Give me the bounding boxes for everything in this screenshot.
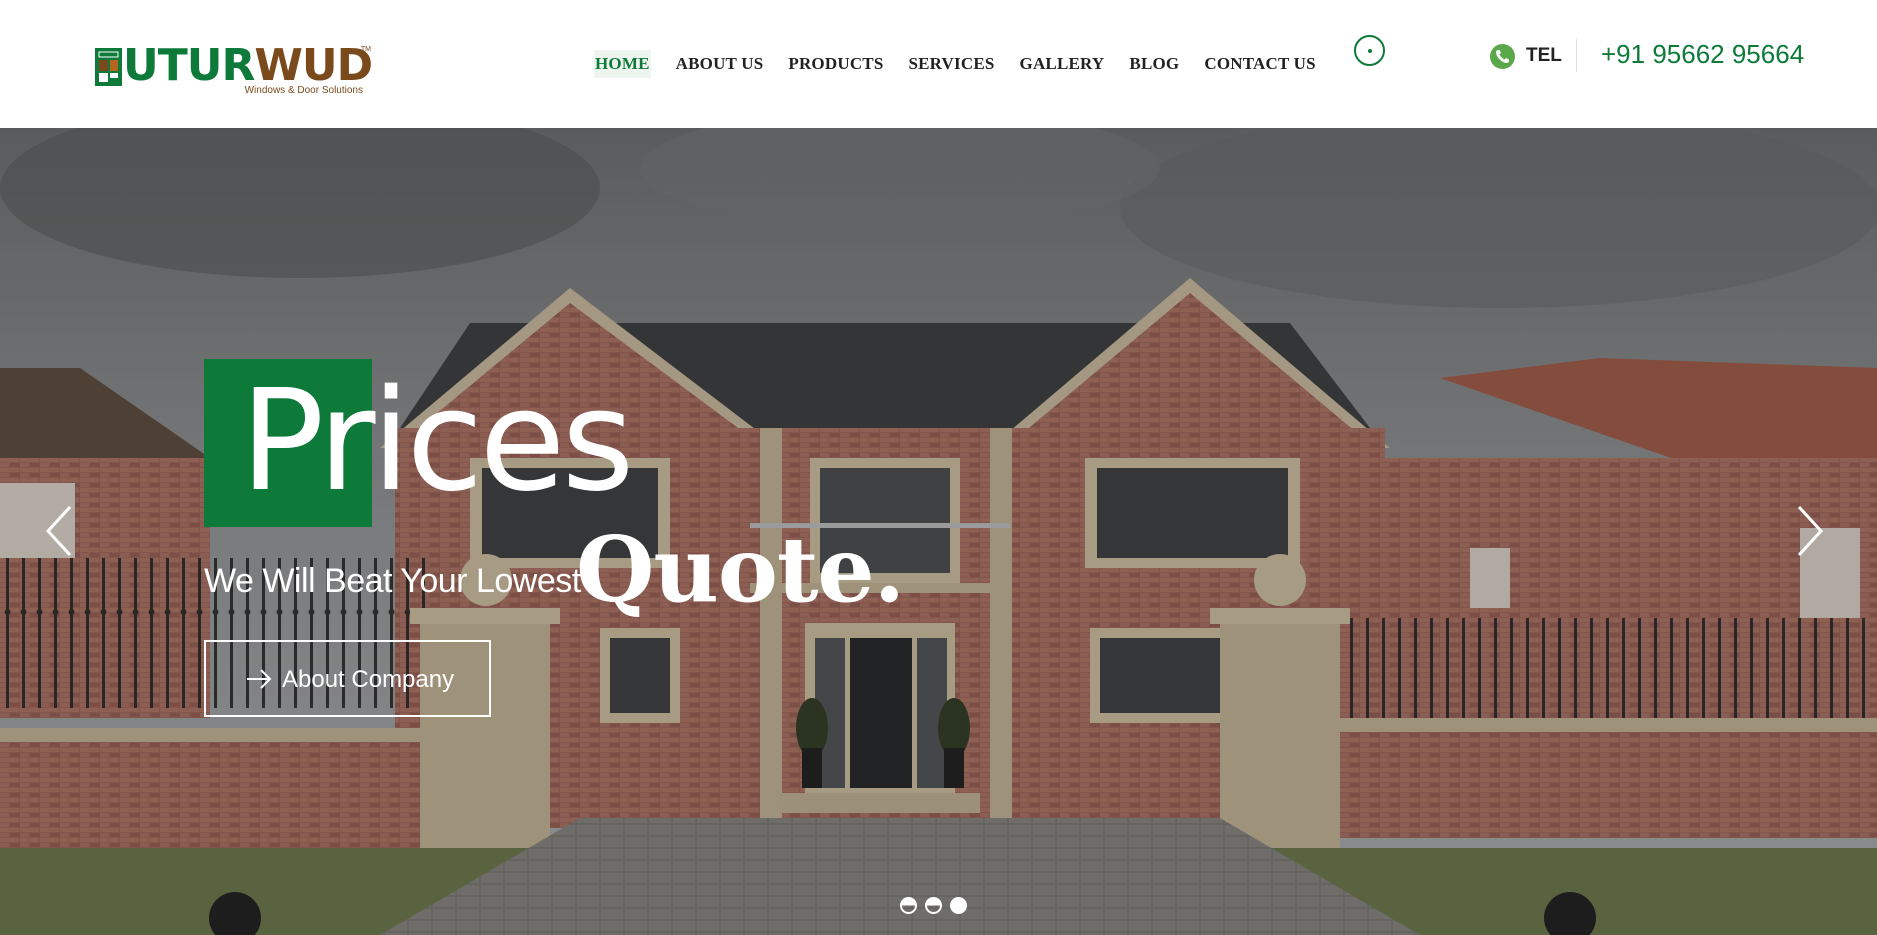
chevron-left-icon[interactable]: [44, 503, 74, 559]
arrow-right-icon: [247, 669, 272, 689]
about-company-label: About Company: [282, 666, 455, 693]
slide-dot-3[interactable]: [950, 897, 967, 914]
hero-subline: We Will Beat Your Lowest: [204, 562, 581, 600]
header-divider: [1576, 39, 1577, 72]
logo-wordmark-brown: WUD: [254, 40, 373, 91]
nav-home[interactable]: HOME: [594, 50, 651, 78]
site-header: UTURWUD TM Windows & Door Solutions HOME…: [0, 0, 1877, 128]
phone-icon: [1490, 44, 1515, 69]
logo-trademark: TM: [360, 46, 371, 53]
slide-dot-1[interactable]: [900, 897, 917, 914]
hero-headline: Prices: [240, 360, 634, 523]
futurwud-logo[interactable]: UTURWUD TM Windows & Door Solutions: [95, 44, 373, 98]
nav-services[interactable]: SERVICES: [908, 50, 994, 78]
main-nav: HOME ABOUT US PRODUCTS SERVICES GALLERY …: [594, 50, 1341, 78]
nav-gallery[interactable]: GALLERY: [1020, 50, 1105, 78]
phone-number-link[interactable]: +91 95662 95664: [1601, 38, 1804, 70]
nav-products[interactable]: PRODUCTS: [788, 50, 883, 78]
nav-blog[interactable]: BLOG: [1129, 50, 1179, 78]
location-pin-icon[interactable]: [1354, 35, 1385, 66]
nav-contact-us[interactable]: CONTACT US: [1204, 50, 1315, 78]
slide-dot-2[interactable]: [925, 897, 942, 914]
hero-slider: Prices We Will Beat Your Lowest Quote. A…: [0, 128, 1877, 935]
slider-pagination: [900, 897, 967, 914]
chevron-right-icon[interactable]: [1795, 503, 1825, 559]
logo-wordmark-green: UTUR: [123, 40, 255, 91]
nav-about-us[interactable]: ABOUT US: [676, 50, 764, 78]
logo-wordmark: UTURWUD: [123, 44, 373, 88]
tel-label: TEL: [1526, 45, 1562, 66]
hero-dark-overlay: [0, 128, 1877, 935]
hero-emphasis: Quote.: [576, 517, 905, 623]
logo-window-icon: [95, 48, 122, 86]
logo-tagline: Windows & Door Solutions: [244, 85, 363, 96]
about-company-button[interactable]: About Company: [204, 640, 491, 717]
